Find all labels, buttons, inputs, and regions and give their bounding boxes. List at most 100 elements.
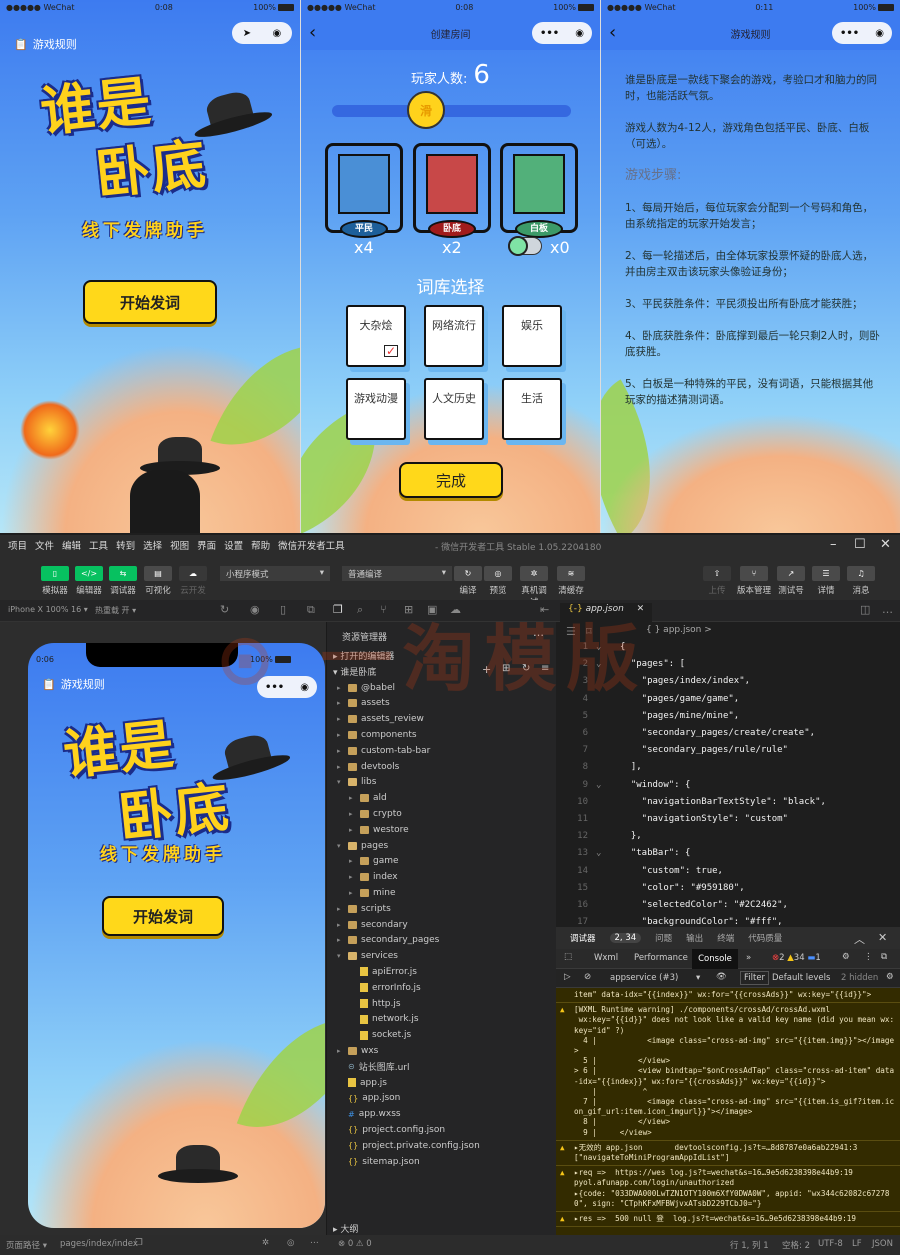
window-icon[interactable]: ⧉ xyxy=(307,603,315,617)
nav-capsule[interactable]: ➤ ◉ xyxy=(232,22,292,44)
tab-console[interactable]: Console xyxy=(692,949,738,969)
language-mode[interactable]: JSON xyxy=(872,1239,893,1249)
tree-item[interactable]: ▸ @babel xyxy=(337,680,395,695)
console-entry[interactable]: ▲ ▸res => 500 null 登 log.js?t=wechat&s=16… xyxy=(556,1212,900,1228)
console-entry[interactable]: ▲ [WXML Runtime warning] ./components/cro… xyxy=(556,1003,900,1141)
code-line[interactable]: 6 "secondary_pages/create/create", xyxy=(556,728,900,745)
fold-chevron-icon[interactable]: ⌄ xyxy=(596,780,601,790)
tree-item[interactable]: network.js xyxy=(349,1012,419,1027)
collapse-panel-icon[interactable]: ︿ xyxy=(854,931,865,947)
bookmark-icon[interactable]: ⌑ xyxy=(586,625,592,638)
close-window-icon[interactable]: ✕ xyxy=(880,537,891,552)
role-card-spy[interactable]: 卧底 xyxy=(413,143,491,238)
panel-tab[interactable]: 问题 xyxy=(655,932,672,944)
open-editors-section[interactable]: ▸ 打开的编辑器 xyxy=(333,649,394,662)
console-settings-icon[interactable]: ⚙ xyxy=(886,972,894,982)
record-icon[interactable]: ◉ xyxy=(250,603,260,616)
outline-section[interactable]: ▸ 大纲 xyxy=(333,1222,358,1235)
checkbox-checked-icon[interactable]: ✓ xyxy=(384,345,398,357)
done-button[interactable]: 完成 xyxy=(399,462,503,498)
code-line[interactable]: 2 ⌄ "pages": [ xyxy=(556,659,900,676)
more-icon[interactable]: … xyxy=(882,603,893,616)
cursor-position[interactable]: 行 1, 列 1 xyxy=(730,1239,769,1251)
toolbar-button-4[interactable]: ♫ 消息 xyxy=(843,566,879,596)
panel-tab[interactable]: 调试器 xyxy=(570,932,596,944)
breadcrumb[interactable]: { } app.json > xyxy=(646,625,712,635)
tree-item[interactable]: ▾ services xyxy=(337,949,398,964)
nav-capsule[interactable]: ••• ◉ xyxy=(832,22,892,44)
dock-icon[interactable]: ⧉ xyxy=(881,952,887,962)
issue-counts[interactable]: ⊗2 ▲34 ▬1 xyxy=(772,953,821,963)
context-select[interactable]: appservice (#3) xyxy=(610,973,678,983)
indent-setting[interactable]: 空格: 2 xyxy=(782,1239,810,1251)
console-entry[interactable]: ▲ ▸req => https://wes log.js?t=wechat&s=1… xyxy=(556,1166,900,1213)
storage-icon[interactable]: ▣ xyxy=(427,603,437,616)
rules-link[interactable]: 📋 游戏规则 xyxy=(42,676,105,692)
tree-item[interactable]: {} project.private.config.json xyxy=(337,1138,480,1153)
close-tab-icon[interactable]: ✕ xyxy=(637,604,645,614)
menu-item[interactable]: 文件 xyxy=(35,538,54,552)
location-icon[interactable]: ➤ xyxy=(243,28,251,39)
tree-item[interactable]: ▸ westore xyxy=(349,822,409,837)
tree-item[interactable]: ▾ pages xyxy=(337,838,388,853)
tree-item[interactable]: errorInfo.js xyxy=(349,980,421,995)
toolbar-button-1[interactable]: </> 编辑器 xyxy=(72,566,106,596)
files-icon[interactable]: ❐ xyxy=(333,603,343,616)
code-line[interactable]: 8 ], xyxy=(556,762,900,779)
panel-tab[interactable]: 代码质量 xyxy=(748,932,782,944)
code-line[interactable]: 14 "custom": true, xyxy=(556,866,900,883)
tree-item[interactable]: ▸ custom-tab-bar xyxy=(337,743,430,758)
issue-badge[interactable]: 2, 34 xyxy=(609,933,642,943)
refresh-icon[interactable]: ↻ xyxy=(522,663,530,674)
toolbar-button-refresh[interactable]: ↻ 编译 xyxy=(452,566,484,596)
maximize-icon[interactable]: ☐ xyxy=(854,537,866,552)
settings-icon[interactable]: ⚙ xyxy=(842,952,850,962)
tree-item[interactable]: ▸ scripts xyxy=(337,901,391,916)
sidebar-toggle-icon[interactable]: ▷ xyxy=(564,972,571,982)
more-icon[interactable]: ••• xyxy=(265,682,284,693)
tree-item[interactable]: {} app.json xyxy=(337,1091,400,1106)
eye-icon[interactable]: ◎ xyxy=(287,1238,294,1248)
tree-item[interactable]: # app.wxss xyxy=(337,1107,401,1122)
eye-icon[interactable]: 👁 xyxy=(716,972,727,982)
fold-chevron-icon[interactable]: ⌄ xyxy=(596,848,601,858)
tree-item[interactable]: ▸ assets_review xyxy=(337,712,424,727)
filter-input[interactable]: Filter xyxy=(740,971,770,985)
page-path-label[interactable]: 页面路径 ▾ xyxy=(6,1239,47,1251)
inspect-icon[interactable]: ⬚ xyxy=(564,952,572,962)
panel-tab[interactable]: 输出 xyxy=(686,932,703,944)
close-circle-icon[interactable]: ◉ xyxy=(575,28,584,39)
simulator-screen[interactable]: 0:06 100% 📋 游戏规则 ••• ◉ 谁是 卧底 线下发牌助手 开始发词 xyxy=(28,643,325,1228)
toolbar-button-3[interactable]: ▤ 可视化 xyxy=(141,566,175,596)
code-line[interactable]: 16 "selectedColor": "#2C2462", xyxy=(556,900,900,917)
library-item[interactable]: 大杂烩 ✓ xyxy=(346,305,406,367)
toolbar-button-3[interactable]: ☰ 详情 xyxy=(808,566,844,596)
menu-item[interactable]: 工具 xyxy=(89,538,108,552)
code-line[interactable]: 12 }, xyxy=(556,831,900,848)
tree-item[interactable]: ▸ assets xyxy=(337,696,390,711)
menu-item[interactable]: 微信开发者工具 xyxy=(278,538,345,552)
split-icon[interactable]: ◫ xyxy=(860,603,870,616)
code-line[interactable]: 13 ⌄ "tabBar": { xyxy=(556,848,900,865)
rules-link[interactable]: 📋 游戏规则 xyxy=(14,36,77,52)
role-card-blank[interactable]: 白板 xyxy=(500,143,578,238)
toolbar-button-2[interactable]: ↗ 测试号 xyxy=(773,566,809,596)
start-button[interactable]: 开始发词 xyxy=(102,896,224,936)
nav-capsule[interactable]: ••• ◉ xyxy=(532,22,592,44)
close-circle-icon[interactable]: ◉ xyxy=(273,28,282,39)
toolbar-button-0[interactable]: ⇧ 上传 xyxy=(699,566,735,596)
more-icon[interactable]: ••• xyxy=(540,28,559,39)
tree-item[interactable]: ▸ crypto xyxy=(349,806,402,821)
kebab-icon[interactable]: ⋮ xyxy=(864,952,873,962)
fold-chevron-icon[interactable]: ⌄ xyxy=(596,659,601,669)
tab-performance[interactable]: Performance xyxy=(634,953,688,963)
device-select[interactable]: iPhone X 100% 16 ▾ xyxy=(8,605,88,614)
problems-count[interactable]: ⊗ 0 ⚠ 0 xyxy=(338,1239,372,1249)
menu-item[interactable]: 编辑 xyxy=(62,538,81,552)
tree-item[interactable]: apiError.js xyxy=(349,964,417,979)
new-file-icon[interactable]: + xyxy=(482,663,491,676)
slider-thumb[interactable]: 滑 xyxy=(407,91,445,129)
tree-item[interactable]: ▸ secondary xyxy=(337,917,408,932)
tree-item[interactable]: ▸ mine xyxy=(349,885,396,900)
editor-tab-app-json[interactable]: {-} app.json ✕ xyxy=(560,603,653,622)
